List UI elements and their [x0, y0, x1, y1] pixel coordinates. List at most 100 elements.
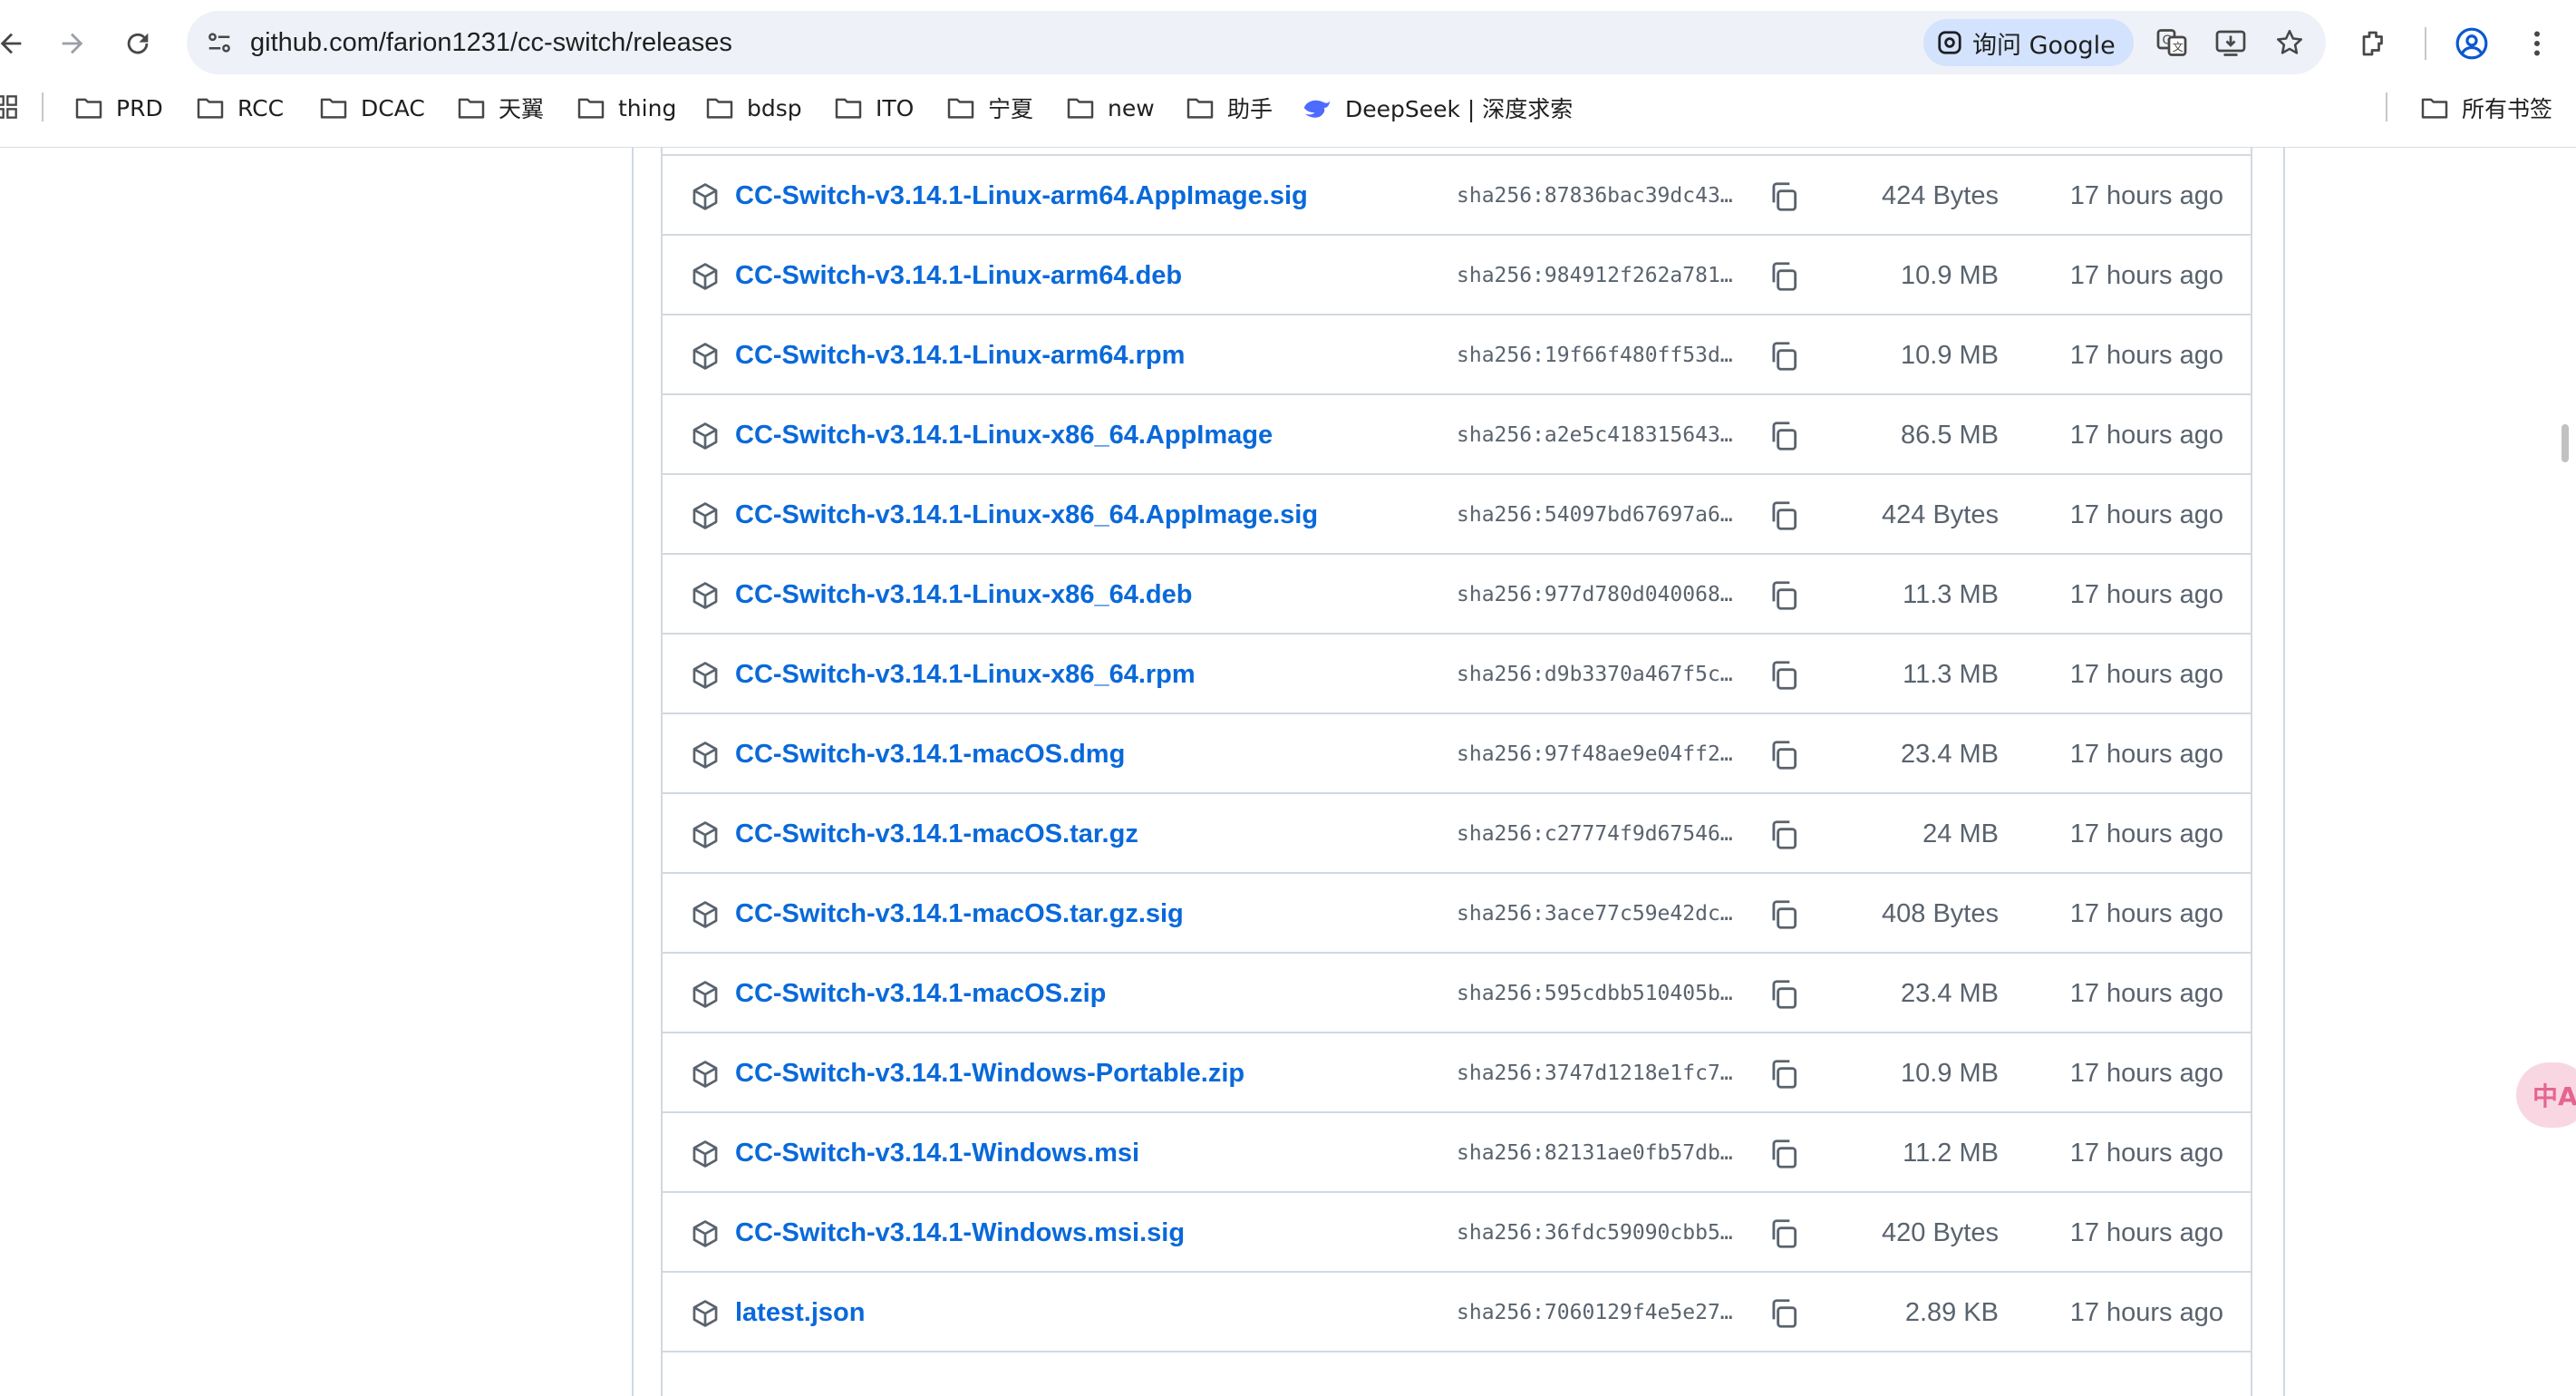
- address-bar[interactable]: github.com/farion1231/cc-switch/releases…: [187, 11, 2326, 74]
- asset-download-link[interactable]: CC-Switch-v3.14.1-macOS.dmg: [735, 714, 1125, 794]
- folder-icon: [1067, 98, 1094, 119]
- bookmark-ningxia[interactable]: 宁夏: [946, 87, 1033, 129]
- bookmark-star-icon[interactable]: [2271, 24, 2308, 61]
- bookmark-zhushou[interactable]: 助手: [1186, 87, 1273, 129]
- bookmark-prd[interactable]: PRD: [74, 87, 163, 129]
- asset-size: 2.89 KB: [1904, 1298, 1999, 1327]
- asset-download-link[interactable]: CC-Switch-v3.14.1-Linux-x86_64.deb: [735, 555, 1192, 635]
- site-settings-icon[interactable]: [203, 26, 236, 59]
- copy-icon: [1767, 581, 1801, 616]
- asset-size: 10.9 MB: [1901, 261, 1999, 290]
- translate-page-icon[interactable]: G文: [2154, 24, 2190, 61]
- folder-icon: [197, 98, 224, 119]
- lens-icon: [1938, 31, 1961, 54]
- url-text[interactable]: github.com/farion1231/cc-switch/releases: [250, 11, 732, 74]
- copy-sha-button[interactable]: [1767, 1296, 1801, 1331]
- bookmark-deepseek[interactable]: DeepSeek | 深度求索: [1302, 87, 1573, 129]
- bookmarks-divider-right: [2386, 92, 2387, 121]
- asset-download-link[interactable]: CC-Switch-v3.14.1-Linux-x86_64.AppImage: [735, 395, 1273, 475]
- asset-download-link[interactable]: CC-Switch-v3.14.1-Windows.msi: [735, 1113, 1139, 1193]
- asset-sha256: sha256:82131ae0fb57db…: [1457, 1141, 1733, 1165]
- copy-sha-button[interactable]: [1767, 259, 1801, 294]
- bookmark-bdsp[interactable]: bdsp: [705, 87, 802, 129]
- asset-size: 23.4 MB: [1901, 740, 1999, 769]
- asset-row: CC-Switch-v3.14.1-macOS.zip sha256:595cdb…: [663, 952, 2251, 1032]
- copy-icon: [1767, 661, 1801, 696]
- apps-grid-icon[interactable]: [0, 94, 18, 124]
- asset-size: 24 MB: [1922, 819, 1999, 848]
- copy-sha-button[interactable]: [1767, 977, 1801, 1012]
- copy-sha-button[interactable]: [1767, 1217, 1801, 1251]
- asset-uploaded-time: 17 hours ago: [2069, 261, 2223, 290]
- copy-sha-button[interactable]: [1767, 1137, 1801, 1171]
- asset-size: 10.9 MB: [1901, 1059, 1999, 1088]
- copy-icon: [1767, 1299, 1801, 1334]
- bookmark-new[interactable]: new: [1066, 87, 1155, 129]
- asset-download-link[interactable]: CC-Switch-v3.14.1-macOS.zip: [735, 954, 1106, 1033]
- copy-sha-button[interactable]: [1767, 339, 1801, 373]
- toolbar-divider: [2425, 27, 2426, 60]
- asset-download-link[interactable]: CC-Switch-v3.14.1-Windows.msi.sig: [735, 1193, 1185, 1273]
- all-bookmarks-folder[interactable]: 所有书签: [2420, 87, 2552, 129]
- copy-sha-button[interactable]: [1767, 419, 1801, 453]
- folder-icon: [2421, 98, 2448, 119]
- asset-uploaded-time: 17 hours ago: [2069, 899, 2223, 928]
- back-button[interactable]: [0, 20, 34, 67]
- browser-menu-icon[interactable]: [2515, 22, 2559, 65]
- asset-download-link[interactable]: CC-Switch-v3.14.1-Linux-arm64.deb: [735, 236, 1182, 315]
- asset-download-link[interactable]: CC-Switch-v3.14.1-Windows-Portable.zip: [735, 1033, 1244, 1113]
- asset-sha256: sha256:a2e5c418315643…: [1457, 423, 1733, 447]
- copy-sha-button[interactable]: [1767, 897, 1801, 932]
- copy-sha-button[interactable]: [1767, 658, 1801, 693]
- asset-download-link[interactable]: CC-Switch-v3.14.1-Linux-arm64.AppImage.s…: [735, 156, 1308, 236]
- translate-extension-bubble[interactable]: 中A: [2516, 1062, 2576, 1128]
- copy-sha-button[interactable]: [1767, 738, 1801, 772]
- arrow-right-icon: [62, 33, 83, 54]
- asset-sha256: sha256:7060129f4e5e27…: [1457, 1301, 1733, 1324]
- bookmark-thing[interactable]: thing: [576, 87, 676, 129]
- asset-download-link[interactable]: latest.json: [735, 1273, 865, 1352]
- package-icon: [690, 819, 721, 850]
- folder-icon: [458, 98, 485, 119]
- bookmark-dcac[interactable]: DCAC: [319, 87, 425, 129]
- asset-uploaded-time: 17 hours ago: [2069, 1218, 2223, 1247]
- folder-icon: [947, 98, 974, 119]
- bookmark-tianyi[interactable]: 天翼: [457, 87, 544, 129]
- bookmark-rcc[interactable]: RCC: [196, 87, 284, 129]
- copy-icon: [1767, 820, 1801, 856]
- asset-uploaded-time: 17 hours ago: [2069, 421, 2223, 450]
- copy-sha-button[interactable]: [1767, 578, 1801, 613]
- arrow-left-icon: [0, 33, 22, 54]
- asset-uploaded-time: 17 hours ago: [2069, 500, 2223, 529]
- package-icon: [690, 1139, 721, 1169]
- asset-row: CC-Switch-v3.14.1-macOS.dmg sha256:97f48a…: [663, 713, 2251, 792]
- ask-google-chip[interactable]: 询问 Google: [1923, 19, 2134, 66]
- asset-sha256: sha256:977d780d040068…: [1457, 583, 1733, 606]
- folder-icon: [75, 98, 102, 119]
- asset-download-link[interactable]: CC-Switch-v3.14.1-Linux-x86_64.rpm: [735, 635, 1196, 714]
- asset-download-link[interactable]: CC-Switch-v3.14.1-macOS.tar.gz: [735, 794, 1138, 874]
- asset-size: 424 Bytes: [1882, 181, 1999, 210]
- asset-download-link[interactable]: CC-Switch-v3.14.1-Linux-arm64.rpm: [735, 315, 1185, 395]
- asset-download-link[interactable]: CC-Switch-v3.14.1-Linux-x86_64.AppImage.…: [735, 475, 1318, 555]
- asset-size: 11.3 MB: [1903, 580, 1999, 609]
- install-app-icon[interactable]: [2213, 24, 2249, 61]
- asset-size: 86.5 MB: [1901, 421, 1999, 450]
- copy-sha-button[interactable]: [1767, 499, 1801, 533]
- asset-row: CC-Switch-v3.14.1-Linux-arm64.AppImagesh…: [663, 147, 2251, 154]
- asset-uploaded-time: 17 hours ago: [2069, 660, 2223, 689]
- asset-download-link[interactable]: CC-Switch-v3.14.1-macOS.tar.gz.sig: [735, 874, 1184, 954]
- copy-sha-button[interactable]: [1767, 179, 1801, 214]
- copy-sha-button[interactable]: [1767, 818, 1801, 852]
- asset-row: CC-Switch-v3.14.1-Windows.msi.sig sha256:…: [663, 1191, 2251, 1271]
- copy-sha-button[interactable]: [1767, 1057, 1801, 1091]
- forward-button[interactable]: [49, 20, 96, 67]
- asset-sha256: sha256:984912f262a781…: [1457, 264, 1733, 287]
- bookmark-ito[interactable]: ITO: [834, 87, 914, 129]
- scrollbar-thumb[interactable]: [2561, 424, 2569, 462]
- asset-row: CC-Switch-v3.14.1-Linux-x86_64.AppImage.…: [663, 473, 2251, 553]
- profile-avatar-icon[interactable]: [2450, 22, 2494, 65]
- reload-button[interactable]: [114, 20, 161, 67]
- asset-uploaded-time: 17 hours ago: [2069, 740, 2223, 769]
- extensions-icon[interactable]: [2353, 22, 2397, 65]
